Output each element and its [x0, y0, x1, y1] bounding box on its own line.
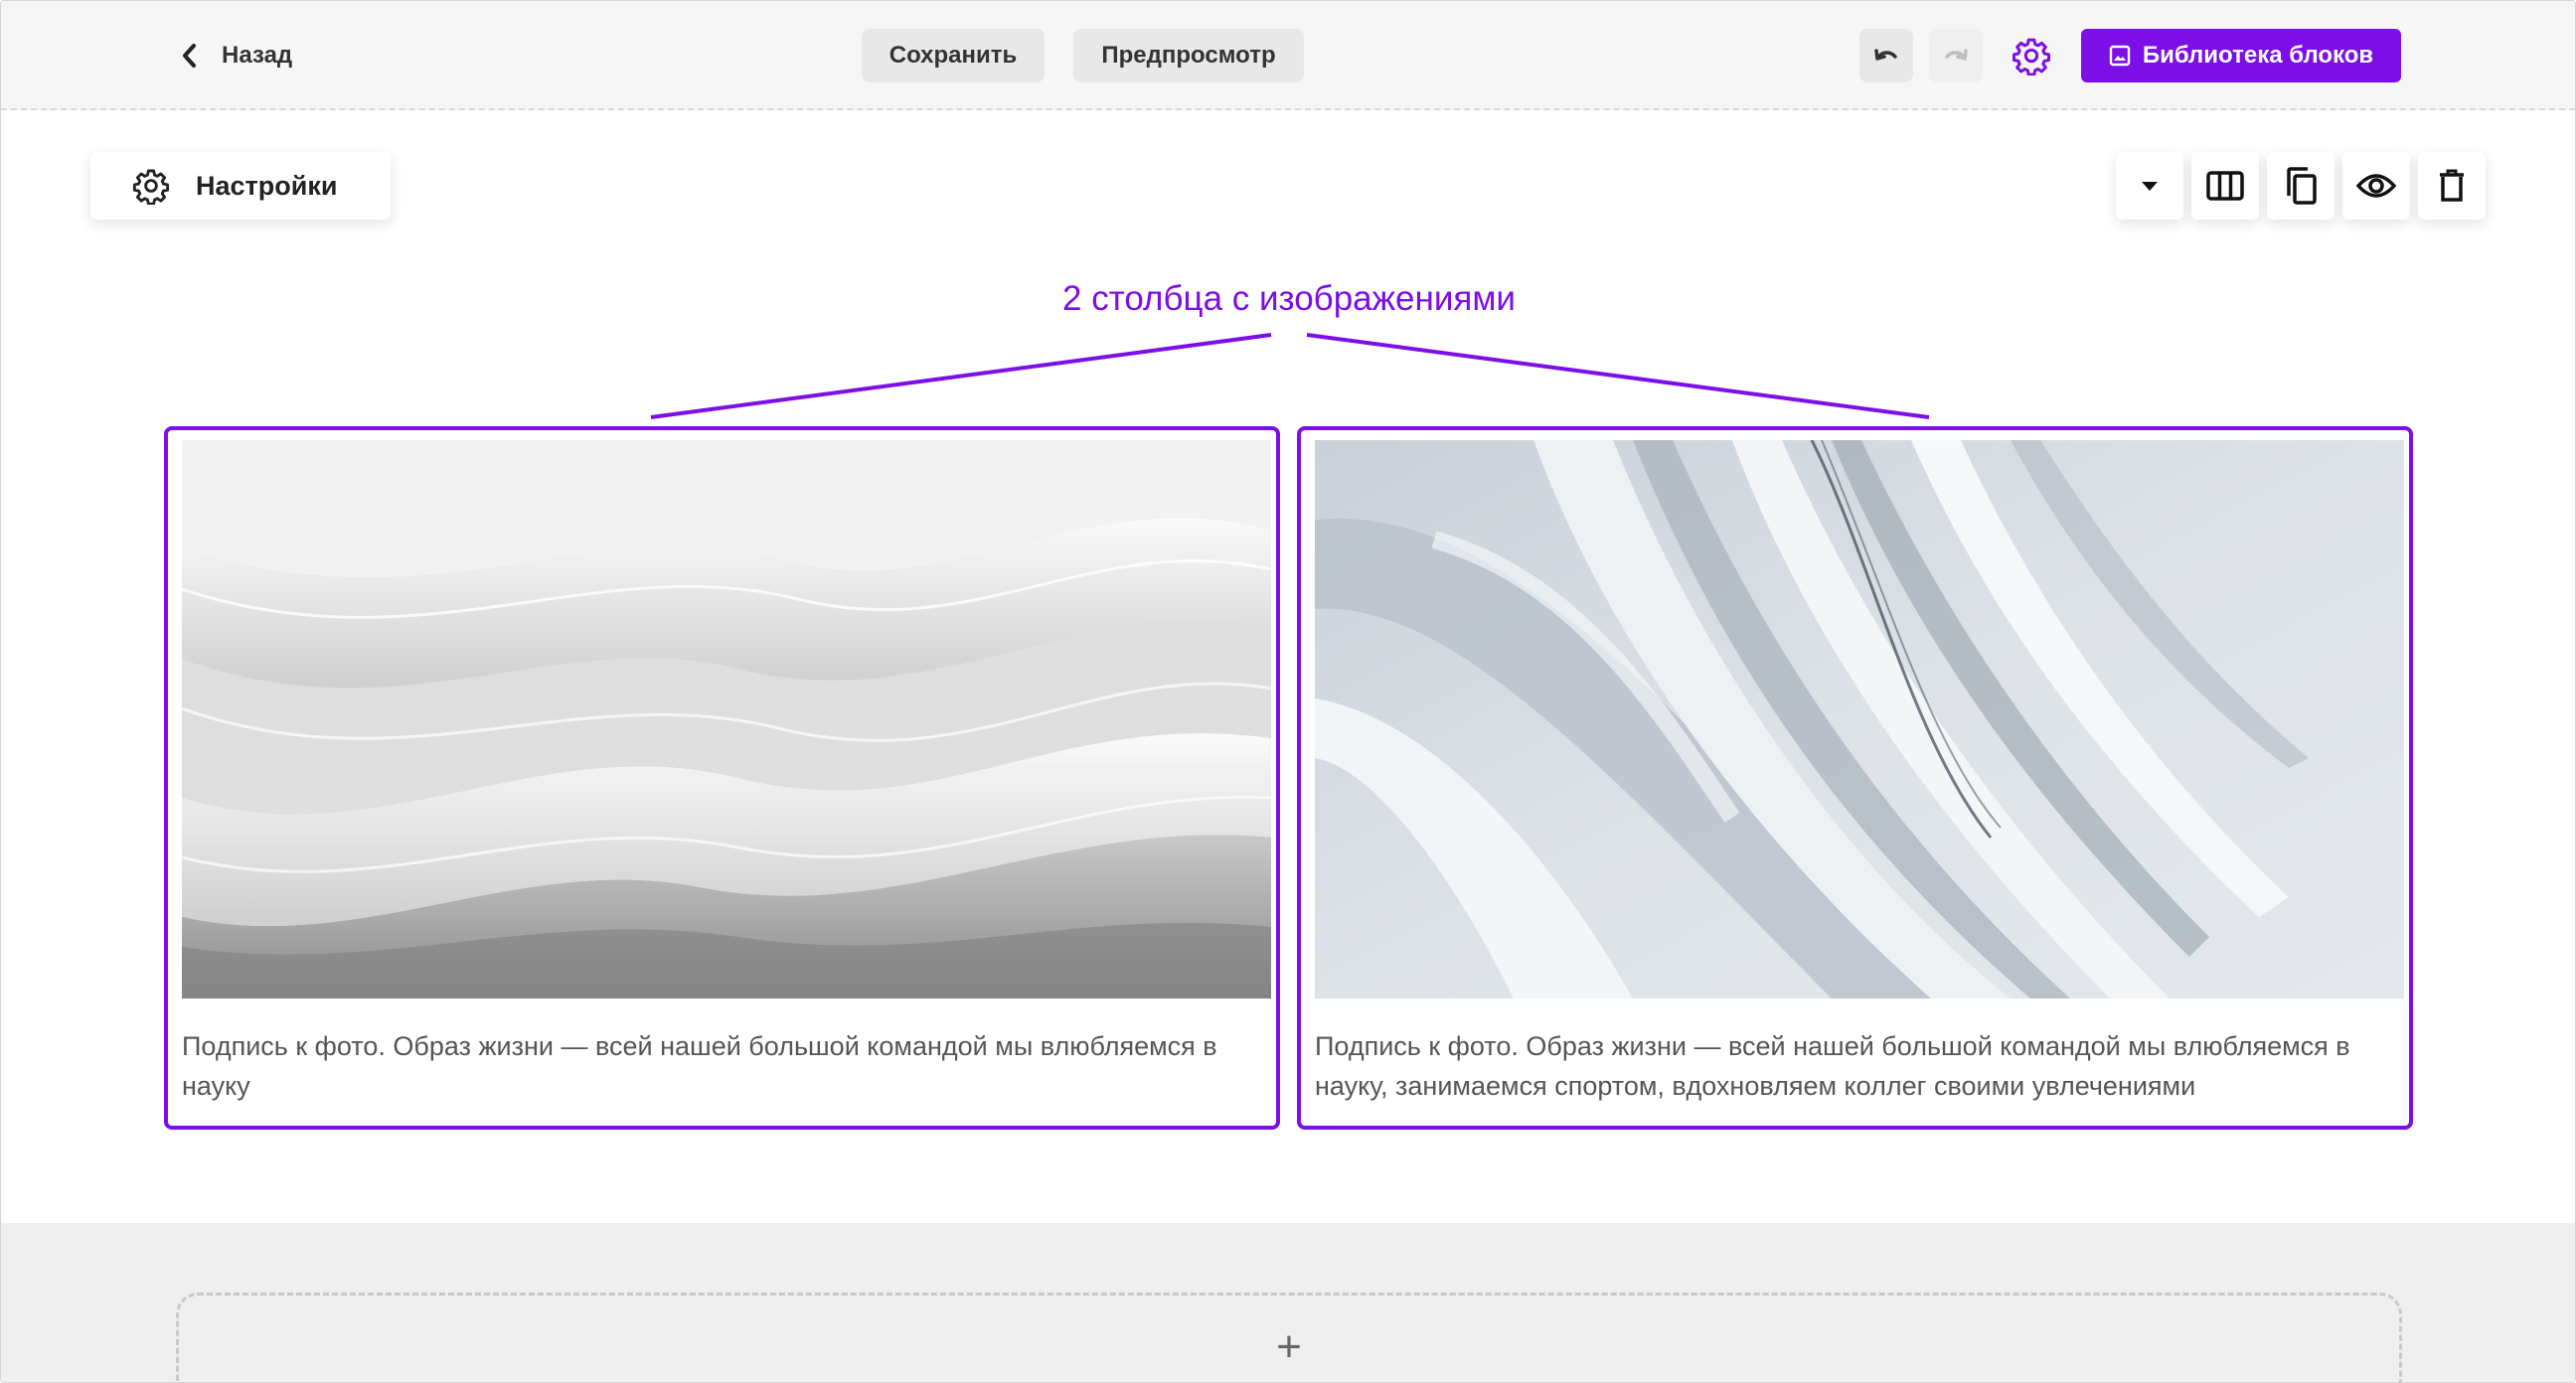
redo-icon — [1945, 49, 1968, 61]
gear-icon — [2012, 38, 2050, 76]
top-bar: Назад Сохранить Предпросмотр Библиотека … — [1, 1, 2575, 110]
editor-window: Назад Сохранить Предпросмотр Библиотека … — [0, 0, 2576, 1383]
preview-button[interactable]: Предпросмотр — [1073, 29, 1304, 82]
visibility-button[interactable] — [2342, 152, 2410, 220]
trash-icon — [2440, 169, 2464, 202]
stripes-image-2[interactable] — [1315, 440, 2404, 999]
add-block-dropzone[interactable]: + — [176, 1293, 2402, 1382]
layout-annotation: 2 столбца с изображениями — [1062, 279, 1516, 318]
caret-down-icon — [2142, 182, 2158, 191]
eye-icon — [2356, 174, 2396, 198]
settings-gear-button[interactable] — [2011, 35, 2052, 77]
block-dropdown-button[interactable] — [2116, 152, 2183, 220]
duplicate-button[interactable] — [2267, 152, 2334, 220]
back-button[interactable]: Назад — [180, 35, 292, 77]
settings-label: Настройки — [196, 170, 338, 201]
plus-icon: + — [1276, 1322, 1302, 1371]
redo-button[interactable] — [1929, 29, 1983, 82]
chevron-left-icon — [183, 44, 196, 68]
block-settings-button[interactable]: Настройки — [90, 152, 391, 220]
back-label: Назад — [222, 42, 293, 69]
block-library-button[interactable]: Библиотека блоков — [2081, 29, 2401, 82]
copy-icon — [2287, 167, 2317, 205]
delete-button[interactable] — [2418, 152, 2486, 220]
image-caption-1[interactable]: Подпись к фото. Образ жизни — всей нашей… — [182, 1026, 1275, 1106]
undo-button[interactable] — [1859, 29, 1913, 82]
image-column-2[interactable]: Подпись к фото. Образ жизни — всей нашей… — [1297, 426, 2413, 1130]
library-icon — [2109, 45, 2131, 67]
save-button[interactable]: Сохранить — [862, 29, 1045, 82]
wave-image-1[interactable] — [182, 440, 1271, 999]
image-column-1[interactable]: Подпись к фото. Образ жизни — всей нашей… — [164, 426, 1280, 1130]
gear-icon — [132, 169, 170, 205]
undo-icon — [1874, 49, 1897, 61]
columns-icon — [2206, 171, 2244, 201]
block-library-label: Библиотека блоков — [2142, 42, 2374, 69]
columns-button[interactable] — [2191, 152, 2259, 220]
image-caption-2[interactable]: Подпись к фото. Образ жизни — всей нашей… — [1315, 1026, 2408, 1106]
